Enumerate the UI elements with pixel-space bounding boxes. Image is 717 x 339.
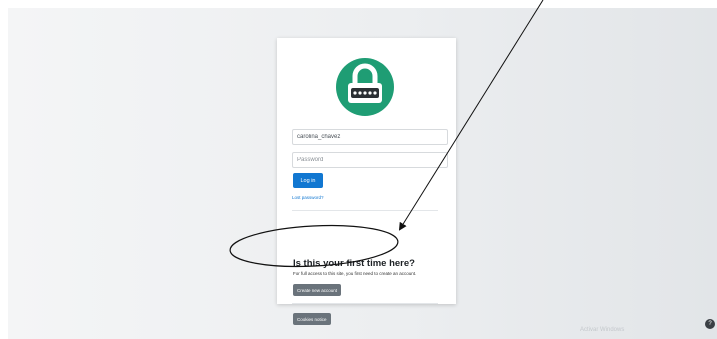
lock-icon — [336, 58, 394, 116]
cookies-notice-button[interactable]: Cookies notice — [293, 313, 331, 325]
divider — [292, 303, 438, 304]
help-button[interactable]: ? — [705, 319, 715, 329]
password-field[interactable] — [292, 152, 448, 168]
first-time-description: For full access to this site, you first … — [293, 271, 417, 276]
login-card: Log in Lost password? Is this your first… — [277, 38, 456, 325]
login-button[interactable]: Log in — [293, 173, 323, 188]
create-account-button[interactable]: Create new account — [293, 284, 342, 296]
username-field[interactable] — [292, 129, 448, 145]
first-time-heading: Is this your first time here? — [293, 258, 415, 269]
activate-windows-watermark: Activar Windows — [580, 327, 625, 333]
lock-icon-graphic — [348, 63, 382, 103]
divider — [292, 210, 438, 211]
lost-password-link[interactable]: Lost password? — [292, 195, 324, 200]
